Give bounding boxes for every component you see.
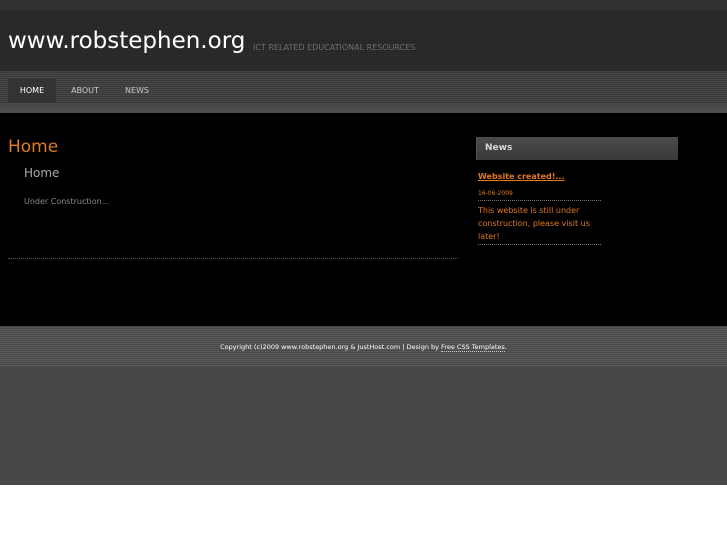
design-credit-link[interactable]: Free CSS Templates (441, 343, 505, 352)
post-title: Home (24, 166, 60, 180)
site-header: www.robstephen.org ICT RELATED EDUCATION… (0, 0, 727, 71)
menu-item-about[interactable]: ABOUT (62, 79, 108, 103)
menu-item-home[interactable]: HOME (8, 79, 56, 103)
site-title[interactable]: www.robstephen.org (8, 28, 245, 54)
menu-item-news[interactable]: NEWS (114, 79, 160, 103)
page-title: Home (8, 137, 59, 157)
footer-suffix: . (504, 343, 507, 351)
page: www.robstephen.org ICT RELATED EDUCATION… (0, 0, 727, 545)
news-date: 16-06-2009 (478, 190, 601, 201)
sidebar-title: News (485, 143, 513, 153)
site-slogan: ICT RELATED EDUCATIONAL RESOURCES (253, 43, 416, 52)
news-headline-link[interactable]: Website created!... (478, 172, 564, 181)
news-body: This website is still under construction… (478, 204, 601, 245)
footer-text: Copyright (c)2009 www.robstephen.org & J… (0, 343, 727, 352)
main-menu: HOME ABOUT NEWS (0, 71, 727, 113)
site-footer: Copyright (c)2009 www.robstephen.org & J… (0, 326, 727, 367)
post-body: Under Construction... (24, 197, 110, 206)
content-area: Home Home Under Construction... News Web… (0, 113, 727, 326)
copyright-text: Copyright (c)2009 www.robstephen.org & J… (220, 343, 442, 351)
sidebar-header: News (476, 137, 678, 160)
page-bottom-band (0, 367, 727, 485)
content-divider (8, 258, 458, 259)
